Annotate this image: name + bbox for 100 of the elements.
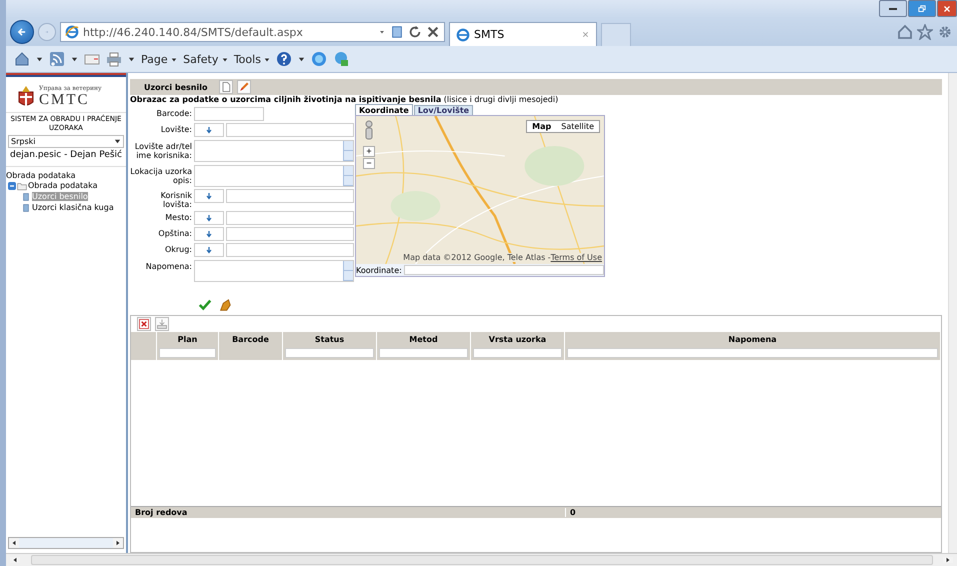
- home-icon: [14, 51, 30, 67]
- tray-icon: [156, 318, 168, 330]
- field-label: Lovište adr/tel ime korisnika:: [134, 141, 192, 160]
- checkmark-icon: [198, 298, 212, 312]
- right-arrow-icon: [945, 557, 951, 563]
- printer-icon: [106, 51, 122, 67]
- folder-icon: [17, 180, 27, 190]
- field-label: Barcode:: [156, 108, 192, 118]
- field-label: Okrug:: [164, 244, 192, 254]
- command-menu[interactable]: Safety: [183, 52, 228, 66]
- coordinates-field[interactable]: [404, 265, 604, 275]
- minimize-button[interactable]: [879, 0, 907, 17]
- tree-node[interactable]: Obrada podataka: [8, 180, 126, 191]
- minimize-icon: [889, 8, 897, 10]
- map-tab[interactable]: Koordinate: [355, 104, 413, 115]
- dropdown-caret-icon: [298, 56, 306, 62]
- dropdown-caret-icon: [128, 56, 135, 62]
- lookup-field[interactable]: [226, 227, 354, 241]
- home-icon: [897, 24, 913, 40]
- back-button[interactable]: [10, 20, 34, 44]
- lookup-button[interactable]: [194, 211, 224, 225]
- filter-field[interactable]: [159, 348, 216, 358]
- barcode-field[interactable]: [194, 107, 264, 121]
- down-arrow-icon: [205, 125, 213, 135]
- chat-icon: [333, 51, 350, 67]
- dropdown-caret-icon: [378, 28, 386, 36]
- close-icon: [581, 30, 590, 39]
- zoom-button[interactable]: −: [363, 158, 375, 169]
- gear-icon: [937, 24, 953, 40]
- dropdown-caret-icon: [71, 56, 78, 62]
- command-menu[interactable]: Tools: [234, 52, 270, 66]
- close-button[interactable]: [937, 0, 957, 17]
- restore-button[interactable]: [908, 0, 936, 17]
- refresh-icon: [408, 25, 422, 39]
- scroll-thumb[interactable]: [30, 555, 932, 565]
- vertical-scrollbar[interactable]: [948, 73, 957, 553]
- column-header[interactable]: Metod: [409, 334, 438, 344]
- field-label: Lokacija uzorka opis:: [130, 166, 192, 185]
- new-tab-button[interactable]: [601, 23, 631, 46]
- toolbar-title: Uzorci besnilo: [144, 82, 208, 92]
- command-menu[interactable]: Page: [141, 52, 178, 66]
- field-label: Napomena:: [144, 261, 192, 271]
- help-icon: [276, 51, 292, 67]
- document-icon: [220, 81, 232, 93]
- tree-item[interactable]: Uzorci klasična kuga: [8, 202, 120, 213]
- save-button[interactable]: [198, 298, 212, 312]
- lookup-button[interactable]: [194, 123, 224, 137]
- dropdown-caret-icon: [36, 56, 43, 62]
- section-title: Obrada podataka: [6, 166, 126, 180]
- down-arrow-icon: [205, 213, 213, 223]
- globe-e-icon: [65, 25, 79, 39]
- address-bar[interactable]: http://46.240.140.84/SMTS/default.aspx: [60, 22, 445, 42]
- delete-button[interactable]: [137, 317, 151, 331]
- filter-field[interactable]: [473, 348, 562, 358]
- map-attribution: Map data ©2012 Google, Tele Atlas -: [403, 253, 551, 262]
- lookup-field[interactable]: [226, 189, 354, 203]
- column-header[interactable]: Vrsta uzorka: [488, 334, 546, 344]
- column-header[interactable]: Barcode: [232, 334, 269, 344]
- dropdown-caret-icon: [171, 56, 178, 62]
- lookup-field[interactable]: [226, 123, 354, 137]
- restore-icon: [917, 4, 927, 14]
- column-header[interactable]: Status: [314, 334, 344, 344]
- language-dropdown[interactable]: Srpski: [8, 135, 124, 148]
- column-header[interactable]: Plan: [178, 334, 198, 344]
- coordinates-label: Koordinate:: [356, 266, 402, 274]
- down-arrow-icon: [205, 191, 213, 201]
- browser-tab[interactable]: SMTS: [449, 22, 597, 46]
- left-arrow-icon: [12, 557, 18, 563]
- stop-icon: [426, 25, 440, 39]
- down-arrow-icon: [205, 229, 213, 239]
- zoom-button[interactable]: +: [363, 146, 375, 157]
- dropdown-caret-icon: [114, 138, 121, 145]
- feed-icon: [49, 51, 65, 67]
- row-count-value: 0: [569, 508, 576, 517]
- filter-field[interactable]: [379, 348, 468, 358]
- lookup-button[interactable]: [194, 189, 224, 203]
- filter-field[interactable]: [567, 348, 938, 358]
- new-document-button[interactable]: [219, 80, 234, 94]
- field-label: Mesto:: [164, 212, 192, 222]
- lookup-field[interactable]: [226, 211, 354, 225]
- star-icon: [917, 24, 933, 40]
- lookup-button[interactable]: [194, 227, 224, 241]
- edit-button[interactable]: [237, 80, 252, 94]
- collapse-icon[interactable]: [8, 182, 16, 190]
- lookup-button[interactable]: [194, 243, 224, 257]
- export-button[interactable]: [155, 317, 169, 331]
- page-icon: [390, 25, 404, 39]
- lookup-field[interactable]: [226, 243, 354, 257]
- scroll-right-button[interactable]: [113, 538, 123, 548]
- field-label: Korisnik lovišta:: [160, 190, 192, 209]
- forward-button[interactable]: [38, 23, 56, 41]
- map-tab[interactable]: Lov/Lovište: [414, 105, 474, 115]
- terms-link[interactable]: Terms of Use: [550, 253, 602, 262]
- column-header[interactable]: Napomena: [728, 334, 777, 344]
- scroll-left-button[interactable]: [9, 538, 19, 548]
- down-arrow-icon: [205, 245, 213, 255]
- map-placeholder[interactable]: + − Map Satellite Map data ©2012 Google, Tele Atlas -Terms of Use: [356, 116, 604, 264]
- filter-field[interactable]: [285, 348, 374, 358]
- pegman-icon[interactable]: [364, 120, 374, 140]
- close-icon: [942, 4, 952, 14]
